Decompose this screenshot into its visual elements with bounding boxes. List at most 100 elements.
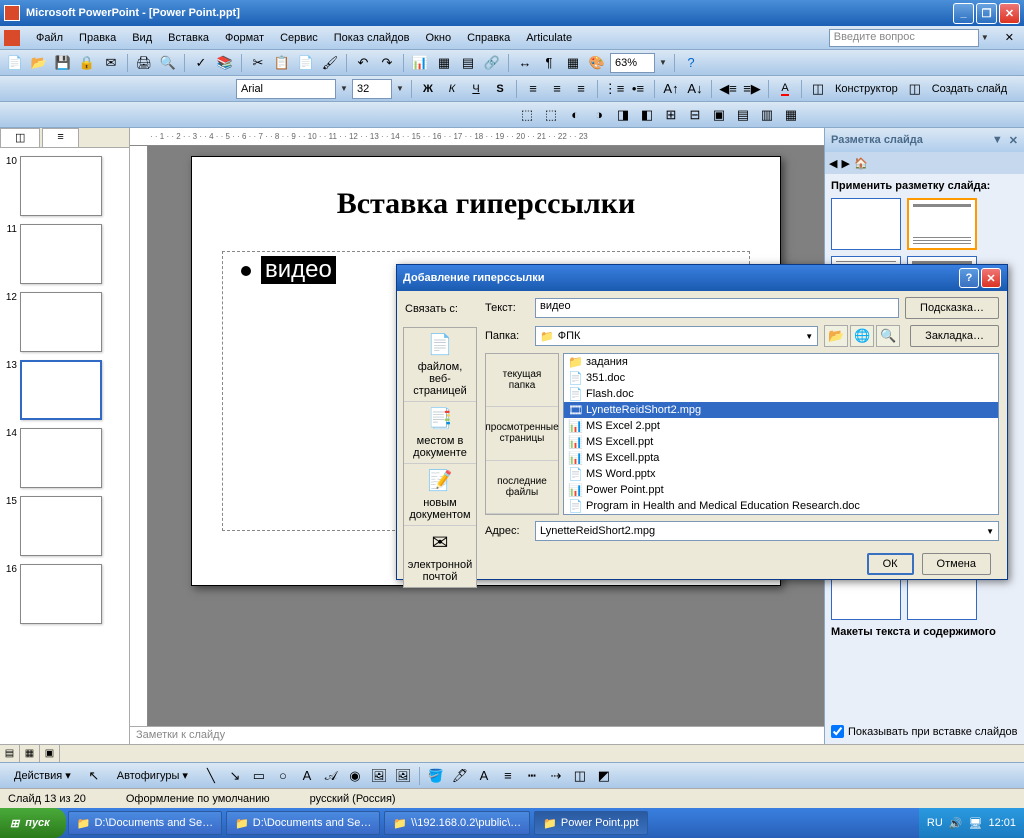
nav-home-icon[interactable]: 🏠 <box>854 157 868 170</box>
x2-icon[interactable]: ⬚ <box>540 104 562 126</box>
print-icon[interactable]: 🖨 <box>133 52 155 74</box>
text-input[interactable]: видео <box>535 298 899 318</box>
format-painter-icon[interactable]: 🖌 <box>319 52 341 74</box>
preview-icon[interactable]: 🔍 <box>157 52 179 74</box>
browse-file-icon[interactable]: 🔍 <box>876 325 900 347</box>
browse-category[interactable]: просмотренные страницы <box>486 407 558 460</box>
decrease-font-icon[interactable]: A↓ <box>684 78 706 100</box>
doc-close-button[interactable]: ✕ <box>999 29 1020 46</box>
layout-item[interactable] <box>831 198 901 250</box>
menu-item[interactable]: Правка <box>71 30 124 46</box>
browse-web-icon[interactable]: 🌐 <box>850 325 874 347</box>
slide-thumbnail[interactable]: 15 <box>4 496 125 556</box>
browse-category[interactable]: последние файлы <box>486 461 558 514</box>
dialog-help-button[interactable]: ? <box>959 268 979 288</box>
slide-thumbnail[interactable]: 11 <box>4 224 125 284</box>
zoom-dropdown-icon[interactable]: ▼ <box>657 58 669 67</box>
bookmark-button[interactable]: Закладка… <box>910 325 999 347</box>
menu-item[interactable]: Окно <box>418 30 460 46</box>
help-search-box[interactable]: Введите вопрос <box>829 29 979 47</box>
address-input[interactable]: LynetteReidShort2.mpg ▼ <box>535 521 999 541</box>
bullets-icon[interactable]: •≡ <box>627 78 649 100</box>
link-to-option[interactable]: 📝новым документом <box>404 464 476 526</box>
file-item[interactable]: 📊MS Excel 2.ppt <box>564 418 998 434</box>
x7-icon[interactable]: ⊞ <box>660 104 682 126</box>
font-dropdown-icon[interactable]: ▼ <box>338 84 350 93</box>
file-item[interactable]: 📄351.doc <box>564 370 998 386</box>
restore-button[interactable]: ❐ <box>976 3 997 24</box>
tray-icon[interactable]: 🖥 <box>969 817 983 830</box>
paste-icon[interactable]: 📄 <box>295 52 317 74</box>
cancel-button[interactable]: Отмена <box>922 553 991 575</box>
new-icon[interactable]: 📄 <box>4 52 26 74</box>
tray-icon[interactable]: 🔊 <box>949 817 963 830</box>
menu-item[interactable]: Справка <box>459 30 518 46</box>
size-dropdown-icon[interactable]: ▼ <box>394 84 406 93</box>
task-pane-close-icon[interactable]: ✕ <box>1009 134 1018 147</box>
taskbar-task-button[interactable]: 📁D:\Documents and Se… <box>68 811 222 835</box>
x6-icon[interactable]: ◧ <box>636 104 658 126</box>
copy-icon[interactable]: 📋 <box>271 52 293 74</box>
spell-icon[interactable]: ✓ <box>190 52 212 74</box>
nav-back-icon[interactable]: ◀ <box>829 157 837 170</box>
table-icon[interactable]: ▦ <box>433 52 455 74</box>
x10-icon[interactable]: ▤ <box>732 104 754 126</box>
bullet-text[interactable]: видео <box>261 256 336 284</box>
open-icon[interactable]: 📂 <box>28 52 50 74</box>
minimize-button[interactable]: _ <box>953 3 974 24</box>
underline-icon[interactable]: Ч <box>465 78 487 100</box>
increase-font-icon[interactable]: A↑ <box>660 78 682 100</box>
file-list[interactable]: 📁задания📄351.doc📄Flash.doc🎞LynetteReidSh… <box>563 353 999 515</box>
decrease-indent-icon[interactable]: ◀≡ <box>717 78 739 100</box>
menu-item[interactable]: Вид <box>124 30 160 46</box>
menu-item[interactable]: Показ слайдов <box>326 30 418 46</box>
show-formatting-icon[interactable]: ¶ <box>538 52 560 74</box>
menu-item[interactable]: Сервис <box>272 30 326 46</box>
x4-icon[interactable]: ◑ <box>588 104 610 126</box>
design-icon[interactable]: ◫ <box>807 78 829 100</box>
slide-thumbnail[interactable]: 13 <box>4 360 125 420</box>
x9-icon[interactable]: ▣ <box>708 104 730 126</box>
layout-item[interactable] <box>907 198 977 250</box>
up-folder-icon[interactable]: 📂 <box>824 325 848 347</box>
new-slide-icon[interactable]: ◫ <box>904 78 926 100</box>
research-icon[interactable]: 📚 <box>214 52 236 74</box>
thumb-tab-outline[interactable]: ≡ <box>42 128 78 147</box>
font-color-icon[interactable]: A <box>774 78 796 100</box>
actions-menu[interactable]: Действия ▾ <box>4 767 81 784</box>
font-size-combo[interactable]: 32 <box>352 79 392 99</box>
link-to-option[interactable]: 📄файлом, веб-страницей <box>404 328 476 402</box>
x1-icon[interactable]: ⬚ <box>516 104 538 126</box>
zoom-combo[interactable]: 63% <box>610 53 655 73</box>
new-slide-label[interactable]: Создать слайд <box>928 83 1011 95</box>
shadow-icon[interactable]: S <box>489 78 511 100</box>
slideshow-view-icon[interactable]: ▣ <box>40 745 60 762</box>
expand-icon[interactable]: ↔ <box>514 52 536 74</box>
slide-thumbnail[interactable]: 10 <box>4 156 125 216</box>
increase-indent-icon[interactable]: ≡▶ <box>741 78 763 100</box>
notes-pane[interactable]: Заметки к слайду <box>130 726 824 744</box>
help-icon[interactable]: ? <box>680 52 702 74</box>
menu-item[interactable]: Файл <box>28 30 71 46</box>
tray-lang[interactable]: RU <box>927 817 943 829</box>
hyperlink-icon[interactable]: 🔗 <box>481 52 503 74</box>
file-item[interactable]: 📁задания <box>564 354 998 370</box>
italic-icon[interactable]: К <box>441 78 463 100</box>
file-item[interactable]: 📄Program in Health and Medical Education… <box>564 498 998 514</box>
numbering-icon[interactable]: ⋮≡ <box>603 78 625 100</box>
align-left-icon[interactable]: ≡ <box>522 78 544 100</box>
dialog-close-button[interactable]: ✕ <box>981 268 1001 288</box>
menu-item[interactable]: Вставка <box>160 30 217 46</box>
tables-borders-icon[interactable]: ▤ <box>457 52 479 74</box>
link-to-option[interactable]: ✉электронной почтой <box>404 526 476 587</box>
color-icon[interactable]: 🎨 <box>586 52 608 74</box>
undo-icon[interactable]: ↶ <box>352 52 374 74</box>
sorter-view-icon[interactable]: ▦ <box>20 745 40 762</box>
slide-thumbnail[interactable]: 16 <box>4 564 125 624</box>
browse-category[interactable]: текущая папка <box>486 354 558 407</box>
close-button[interactable]: ✕ <box>999 3 1020 24</box>
file-item[interactable]: 📊MS Excell.ppt <box>564 434 998 450</box>
menu-item[interactable]: Формат <box>217 30 272 46</box>
permission-icon[interactable]: 🔒 <box>76 52 98 74</box>
x8-icon[interactable]: ⊟ <box>684 104 706 126</box>
